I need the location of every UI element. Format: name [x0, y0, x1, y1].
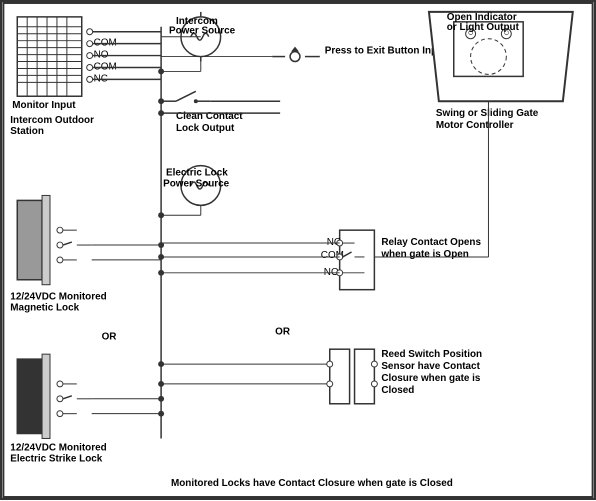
swing-gate-label2: Motor Controller: [436, 120, 514, 131]
wiring-diagram: Monitor Input COM NO COM NC Intercom Out…: [0, 0, 596, 500]
open-indicator-label2: or Light Output: [447, 22, 520, 33]
reed-switch-label2: Sensor have Contact: [381, 361, 480, 372]
magnetic-lock-label: 12/24VDC Monitored: [10, 292, 106, 303]
monitored-locks-label: Monitored Locks have Contact Closure whe…: [171, 478, 453, 489]
clean-contact-label2: Lock Output: [176, 123, 235, 134]
reed-switch-label4: Closed: [381, 385, 414, 396]
relay-contact-label2: when gate is Open: [380, 249, 469, 260]
reed-switch-label3: Closure when gate is: [381, 373, 481, 384]
intercom-outdoor-label: Intercom Outdoor: [10, 115, 94, 126]
monitor-input-label: Monitor Input: [12, 100, 76, 111]
elec-lock-power-label2: Power Source: [163, 179, 230, 190]
magnetic-lock-label2: Magnetic Lock: [10, 303, 79, 314]
press-exit-label: Press to Exit Button Input: [325, 46, 447, 57]
swing-gate-label: Swing or Sliding Gate: [436, 108, 539, 119]
intercom-outdoor-label2: Station: [10, 126, 44, 137]
relay-contact-label: Relay Contact Opens: [381, 237, 481, 248]
or-label1: OR: [102, 331, 117, 342]
reed-switch-label: Reed Switch Position: [381, 349, 482, 360]
elec-lock-power-label: Electric Lock: [166, 168, 228, 179]
or-label2: OR: [275, 326, 290, 337]
intercom-power-label2: Power Source: [169, 26, 236, 37]
electric-strike-label: 12/24VDC Monitored: [10, 442, 106, 453]
electric-strike-label2: Electric Strike Lock: [10, 453, 102, 464]
